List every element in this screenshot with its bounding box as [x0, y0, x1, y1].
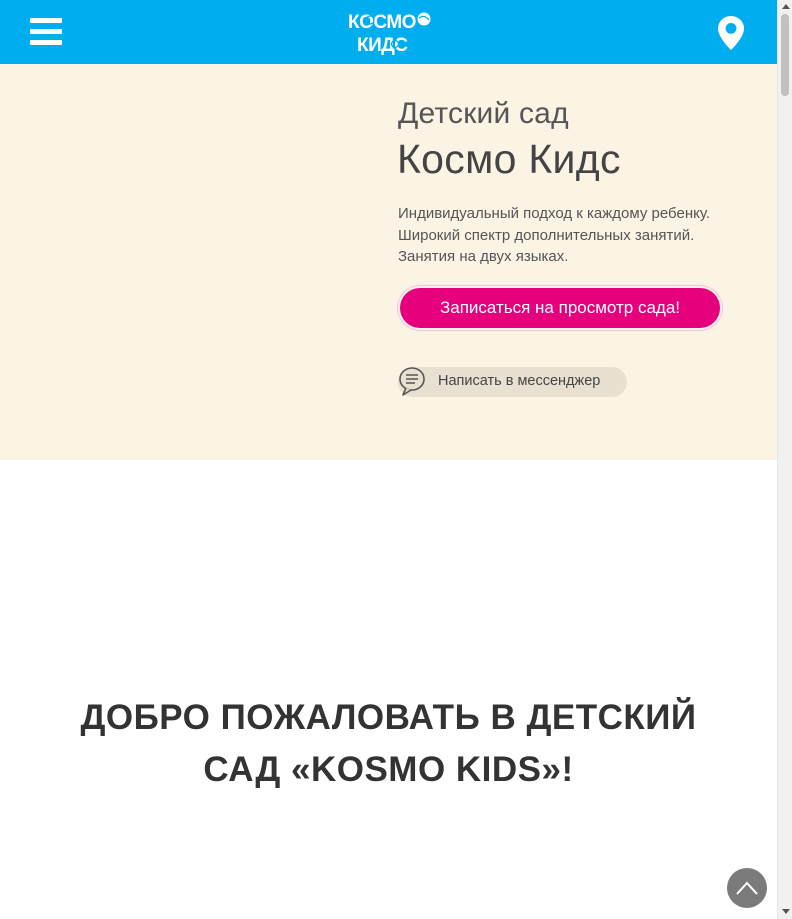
- hero-title: Космо Кидс: [397, 136, 621, 182]
- menu-bar: [30, 18, 62, 23]
- menu-bar: [30, 29, 62, 34]
- book-visit-button[interactable]: Записаться на просмотр сада!: [398, 286, 722, 330]
- logo-graphic: КОСМО КИДС: [348, 12, 431, 55]
- hero-description-line: Индивидуальный подход к каждому ребенку.: [398, 205, 711, 222]
- hero-description: Индивидуальный подход к каждому ребенку.…: [398, 203, 758, 268]
- scroll-to-top-button[interactable]: [727, 868, 767, 908]
- welcome-line1: ДОБРО ПОЖАЛОВАТЬ В ДЕТСКИЙ: [80, 698, 697, 737]
- hero-description-line: Широкий спектр дополнительных занятий.: [398, 226, 695, 244]
- scroll-thumb[interactable]: [781, 14, 789, 96]
- hero-subtitle: Детский сад: [398, 97, 569, 130]
- welcome-line2: САД «KOSMO KIDS»!: [203, 750, 574, 789]
- chat-bubble-icon: [399, 367, 425, 396]
- scroll-up-arrow-icon[interactable]: [782, 4, 790, 9]
- hero-description-line: Занятия на двух языках.: [398, 248, 569, 265]
- site-header: КОСМО КИДС: [0, 0, 777, 64]
- messenger-button[interactable]: Написать в мессенджер: [398, 367, 627, 397]
- site-logo[interactable]: КОСМО КИДС: [347, 9, 431, 55]
- messenger-label: Написать в мессенджер: [438, 373, 601, 389]
- vertical-scrollbar[interactable]: [777, 0, 792, 919]
- page: КОСМО КИДС Детский сад Космо Кидс Индиви…: [0, 0, 777, 919]
- welcome-heading: ДОБРО ПОЖАЛОВАТЬ В ДЕТСКИЙ САД «KOSMO KI…: [0, 692, 777, 796]
- logo-text-line1: КОСМО: [348, 12, 416, 33]
- menu-bar: [30, 40, 62, 45]
- hero-section: Детский сад Космо Кидс Индивидуальный по…: [0, 64, 777, 460]
- scroll-down-arrow-icon[interactable]: [782, 909, 790, 914]
- map-pin-icon[interactable]: [718, 16, 744, 50]
- chevron-up-icon: [736, 881, 758, 895]
- hamburger-menu-icon[interactable]: [30, 18, 62, 46]
- logo-text-line2: КИДС: [357, 35, 408, 55]
